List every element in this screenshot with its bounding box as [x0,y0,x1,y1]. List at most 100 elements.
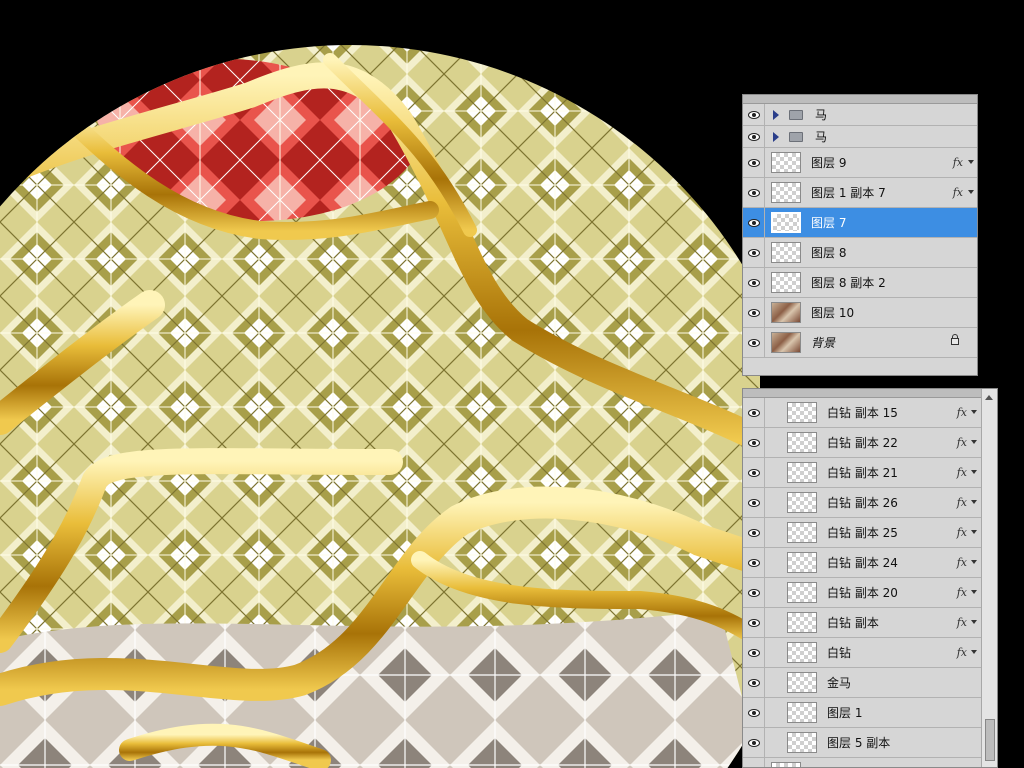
eye-icon[interactable] [743,126,765,147]
eye-icon[interactable] [743,148,765,177]
eye-icon[interactable] [743,328,765,357]
layer-thumbnail [787,522,817,543]
eye-icon[interactable] [743,578,765,607]
layer-label: 马 [815,130,828,144]
fx-icon[interactable]: fx [957,518,967,547]
eye-icon[interactable] [743,518,765,547]
fx-icon[interactable]: fx [957,608,967,637]
layer-row[interactable]: 白钻 副本 20 fx [743,578,997,608]
eye-icon[interactable] [743,608,765,637]
panel-header [743,95,977,104]
layer-row[interactable]: 图层 10 [743,298,977,328]
layer-row[interactable]: 白钻 副本 21 fx [743,458,997,488]
layer-row[interactable]: 图层 9 fx [743,148,977,178]
layer-row[interactable]: 金马 [743,668,997,698]
scroll-up-icon[interactable] [985,395,993,400]
fx-icon[interactable]: fx [957,488,967,517]
layer-row[interactable]: 图层 8 副本 2 [743,268,977,298]
fx-expand-arrow-icon[interactable] [968,160,974,164]
layer-thumbnail [787,462,817,483]
layer-label: 图层 1 副本 7 [811,186,886,200]
layer-thumbnail [787,672,817,693]
fx-expand-arrow-icon[interactable] [971,620,977,624]
eye-icon[interactable] [743,698,765,727]
fx-icon[interactable]: fx [957,638,967,667]
layer-label: 白钻 副本 24 [827,556,898,570]
layer-label: 图层 1 [827,706,863,720]
fx-expand-arrow-icon[interactable] [971,410,977,414]
layer-group-row[interactable]: 马 [743,126,977,148]
layer-thumbnail [787,612,817,633]
fx-icon[interactable]: fx [957,548,967,577]
layer-thumbnail [771,182,801,203]
layer-label: 图层 10 [811,306,855,320]
layer-thumbnail [771,242,801,263]
layer-row[interactable]: 白钻 副本 22 fx [743,428,997,458]
layer-label: 白钻 副本 25 [827,526,898,540]
layer-label: 图层 8 副本 2 [811,276,886,290]
layer-thumbnail [787,702,817,723]
fx-expand-arrow-icon[interactable] [971,590,977,594]
eye-icon[interactable] [743,728,765,757]
layer-row[interactable]: 白钻 副本 26 fx [743,488,997,518]
fx-expand-arrow-icon[interactable] [968,190,974,194]
layer-label: 白钻 副本 20 [827,586,898,600]
eye-icon[interactable] [743,488,765,517]
fx-expand-arrow-icon[interactable] [971,650,977,654]
layer-row[interactable]: 白钻 副本 15 fx [743,398,997,428]
eye-icon[interactable] [743,548,765,577]
eye-icon[interactable] [743,398,765,427]
eye-icon[interactable] [743,638,765,667]
eye-icon[interactable] [743,104,765,125]
eye-icon[interactable] [743,208,765,237]
eye-icon[interactable] [743,458,765,487]
layer-row[interactable]: 白钻 副本 fx [743,608,997,638]
layer-label: 白钻 副本 21 [827,466,898,480]
fx-icon[interactable]: fx [957,398,967,427]
triangle-right-icon[interactable] [773,110,779,120]
layer-group-row[interactable]: 马 [743,104,977,126]
layer-row[interactable]: 图层 9 [743,758,997,767]
layer-row[interactable]: 图层 1 副本 7 fx [743,178,977,208]
layers-scrollbar[interactable] [981,389,997,767]
triangle-right-icon[interactable] [773,132,779,142]
eye-icon[interactable] [743,238,765,267]
fx-expand-arrow-icon[interactable] [971,440,977,444]
layers-panel-bottom: 白钻 副本 15 fx 白钻 副本 22 fx 白钻 副本 21 fx 白钻 副本 2… [742,388,998,768]
eye-icon[interactable] [743,428,765,457]
layer-thumbnail [771,762,801,767]
layer-label: 白钻 副本 22 [827,436,898,450]
eye-icon[interactable] [743,298,765,327]
panel-header [743,389,997,398]
background-layer-row[interactable]: 背景 [743,328,977,358]
lock-icon [951,334,959,345]
layer-thumbnail [787,432,817,453]
fx-expand-arrow-icon[interactable] [971,560,977,564]
layer-row[interactable]: 白钻 副本 24 fx [743,548,997,578]
layer-thumbnail [787,492,817,513]
eye-icon[interactable] [743,178,765,207]
fx-icon[interactable]: fx [953,178,963,207]
scroll-thumb[interactable] [985,719,995,761]
layer-label: 马 [815,108,828,122]
layer-row[interactable]: 白钻 副本 25 fx [743,518,997,548]
layer-row[interactable]: 图层 5 副本 [743,728,997,758]
eye-icon[interactable] [743,758,765,767]
layer-label: 白钻 [827,646,852,660]
layer-row[interactable]: 白钻 fx [743,638,997,668]
eye-icon[interactable] [743,268,765,297]
fx-expand-arrow-icon[interactable] [971,470,977,474]
layer-row[interactable]: 图层 8 [743,238,977,268]
layer-label: 图层 8 [811,246,847,260]
layer-row-selected[interactable]: 图层 7 [743,208,977,238]
fx-icon[interactable]: fx [957,578,967,607]
layer-thumbnail [787,402,817,423]
eye-icon[interactable] [743,668,765,697]
fx-expand-arrow-icon[interactable] [971,530,977,534]
layer-row[interactable]: 图层 1 [743,698,997,728]
fx-icon[interactable]: fx [957,428,967,457]
fx-expand-arrow-icon[interactable] [971,500,977,504]
layer-label: 图层 7 [811,216,847,230]
fx-icon[interactable]: fx [953,148,963,177]
fx-icon[interactable]: fx [957,458,967,487]
